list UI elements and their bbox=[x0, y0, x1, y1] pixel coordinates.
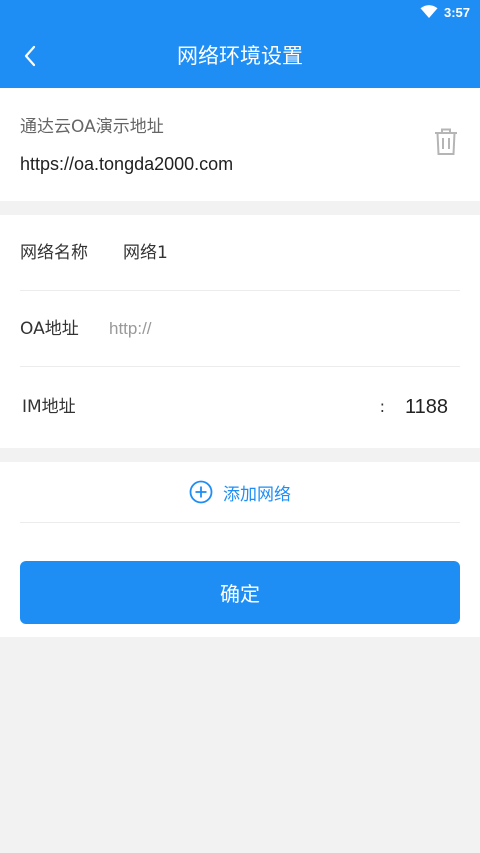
network-name-value[interactable]: 网络1 bbox=[123, 215, 168, 291]
oa-address-input[interactable] bbox=[109, 311, 449, 347]
im-address-row[interactable]: IM地址 : 1188 bbox=[20, 369, 460, 445]
delete-network-button[interactable] bbox=[434, 128, 458, 156]
network-name-row[interactable]: 网络名称 网络1 bbox=[20, 215, 460, 291]
trash-icon bbox=[435, 128, 457, 155]
status-time: 3:57 bbox=[443, 4, 470, 20]
top-bar: 3:57 网络环境设置 bbox=[0, 0, 480, 88]
network-form: 网络名称 网络1 OA地址 IM地址 : 1188 bbox=[0, 215, 480, 448]
im-port-separator: : bbox=[379, 397, 385, 416]
im-port-value[interactable]: 1188 bbox=[405, 369, 448, 445]
saved-network-card[interactable]: 通达云OA演示地址 https://oa.tongda2000.com bbox=[0, 88, 480, 201]
confirm-button[interactable]: 确定 bbox=[20, 561, 460, 624]
network-name-label: 网络名称 bbox=[20, 243, 88, 263]
oa-address-row[interactable]: OA地址 bbox=[20, 291, 460, 367]
add-network-label: 添加网络 bbox=[223, 484, 291, 505]
wifi-icon bbox=[420, 5, 438, 18]
plus-circle-icon bbox=[189, 480, 213, 504]
header: 网络环境设置 bbox=[0, 24, 480, 88]
oa-address-label: OA地址 bbox=[20, 319, 79, 339]
status-indicators: 3:57 bbox=[420, 3, 470, 21]
im-address-label: IM地址 bbox=[22, 397, 76, 417]
divider bbox=[20, 522, 460, 523]
saved-network-name: 通达云OA演示地址 bbox=[20, 117, 164, 137]
divider bbox=[20, 366, 460, 367]
saved-network-url: https://oa.tongda2000.com bbox=[20, 154, 234, 174]
actions-section: 添加网络 确定 bbox=[0, 462, 480, 637]
page-title: 网络环境设置 bbox=[177, 44, 303, 68]
status-bar: 3:57 bbox=[0, 0, 480, 24]
add-network-button[interactable]: 添加网络 bbox=[0, 462, 480, 522]
app-screen: 3:57 网络环境设置 通达云OA演示地址 https://oa.tongda2… bbox=[0, 0, 480, 853]
